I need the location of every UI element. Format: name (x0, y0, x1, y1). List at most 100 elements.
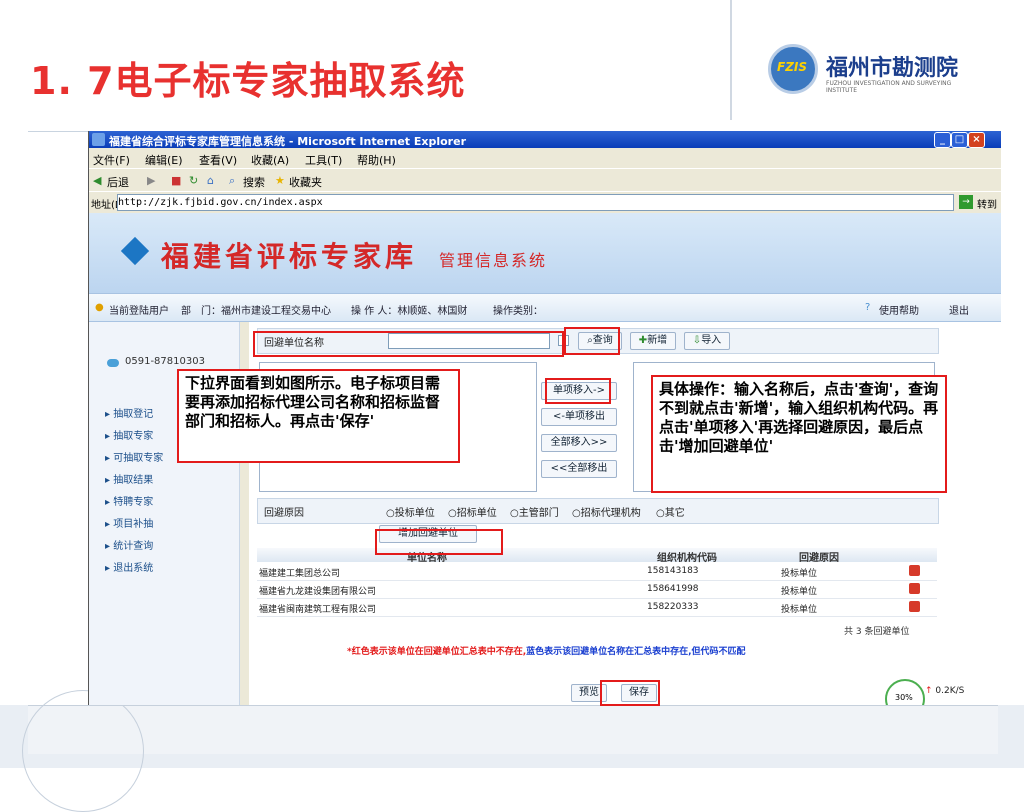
menu-view[interactable]: 查看(V) (199, 152, 237, 168)
sidebar-item-result[interactable]: ▸ 抽取结果 (105, 471, 153, 486)
sidebar-item-label: 抽取登记 (113, 409, 154, 420)
reason-radio-agency[interactable]: ○招标代理机构 (572, 504, 641, 519)
import-icon: ⇩ (692, 335, 702, 346)
record-count: 共 3 条回避单位 (844, 627, 910, 637)
banner-title: 福建省评标专家库 (161, 240, 418, 273)
radio-label: 主管部门 (518, 508, 559, 519)
sidebar-item-label: 可抽取专家 (113, 453, 164, 464)
slide-title: 1. 7电子标专家抽取系统 (30, 59, 466, 103)
bottom-band-inner (28, 705, 998, 754)
net-percent: 30% (895, 693, 913, 702)
delete-icon[interactable] (909, 565, 920, 576)
back-icon[interactable]: ◀ (93, 174, 101, 187)
cell-reason: 投标单位 (781, 587, 818, 597)
home-icon[interactable]: ⌂ (207, 174, 214, 187)
move-in-all-button[interactable]: 全部移入>> (541, 434, 617, 452)
delete-icon[interactable] (909, 601, 920, 612)
ie-icon (92, 133, 105, 146)
site-banner: 福建省评标专家库 管理信息系统 (89, 213, 1001, 293)
operator-label: 操 作 人：林顺姬、林国财 (351, 306, 468, 317)
highlight-save-button (600, 680, 660, 706)
reason-radio-tenderee[interactable]: ○招标单位 (448, 504, 497, 519)
logo-name: 福州市勘测院 (826, 56, 959, 81)
menu-bar: 文件(F) 编辑(E) 查看(V) 收藏(A) 工具(T) 帮助(H) (89, 149, 1001, 167)
logo-mark: FZIS (777, 60, 808, 74)
sidebar-item-label: 抽取结果 (113, 475, 154, 486)
cell-unit-name: 福建省九龙建设集团有限公司 (259, 587, 377, 597)
reason-radio-other[interactable]: ○其它 (656, 504, 685, 519)
go-button[interactable]: 转到 (977, 196, 997, 211)
search-icon[interactable]: ⌕ (229, 174, 235, 188)
banner-subtitle: 管理信息系统 (439, 251, 548, 270)
sidebar-item-label: 抽取专家 (113, 431, 154, 442)
logout-link[interactable]: 退出 (949, 302, 969, 317)
reason-label: 回避原因 (264, 508, 304, 519)
op-type-label: 操作类别： (493, 306, 543, 317)
dept-label: 部 门：福州市建设工程交易中心 (181, 306, 331, 317)
highlight-move-in-button (545, 378, 611, 404)
go-icon[interactable]: → (959, 195, 973, 209)
color-legend: *红色表示该单位在回避单位汇总表中不存在,蓝色表示该回避单位名称在汇总表中存在,… (347, 644, 746, 657)
cell-reason: 投标单位 (781, 605, 818, 615)
sidebar-item-draw-expert[interactable]: ▸ 抽取专家 (105, 427, 153, 442)
sidebar-item-statistics[interactable]: ▸ 统计查询 (105, 537, 153, 552)
cell-reason: 投标单位 (781, 569, 818, 579)
new-button[interactable]: ✚新增 (630, 332, 676, 350)
cell-org-code: 158143183 (647, 566, 699, 576)
legend-red: *红色表示该单位在回避单位汇总表中不存在, (347, 647, 527, 657)
address-input[interactable]: http://zjk.fjbid.gov.cn/index.aspx (117, 194, 954, 211)
search-button[interactable]: 搜索 (243, 174, 265, 190)
close-icon[interactable]: × (968, 132, 985, 148)
legend-blue: 蓝色表示该回避单位名称在汇总表中存在,但代码不匹配 (526, 647, 746, 657)
col-reason: 回避原因 (799, 553, 839, 564)
move-out-one-button[interactable]: <-单项移出 (541, 408, 617, 426)
menu-tools[interactable]: 工具(T) (305, 152, 342, 168)
note-right: 具体操作：输入名称后，点击'查询'，查询不到就点击'新增'，输入组织机构代码。再… (651, 375, 947, 493)
refresh-icon[interactable]: ↻ (189, 174, 198, 187)
highlight-unit-input (253, 331, 564, 357)
menu-file[interactable]: 文件(F) (93, 152, 130, 168)
back-button[interactable]: 后退 (107, 174, 129, 190)
menu-favorites[interactable]: 收藏(A) (251, 152, 289, 168)
table-header: 单位名称 组织机构代码 回避原因 (257, 548, 937, 564)
window-title: 福建省综合评标专家库管理信息系统 - Microsoft Internet Ex… (109, 135, 466, 148)
sidebar-item-available-expert[interactable]: ▸ 可抽取专家 (105, 449, 163, 464)
stop-icon[interactable]: ■ (171, 174, 181, 187)
sidebar-item-special-expert[interactable]: ▸ 特聘专家 (105, 493, 153, 508)
window-titlebar: 福建省综合评标专家库管理信息系统 - Microsoft Internet Ex… (89, 131, 1001, 148)
sidebar-item-label: 统计查询 (113, 541, 154, 552)
note-left: 下拉界面看到如图所示。电子标项目需要再添加招标代理公司名称和招标监督部门和招标人… (177, 369, 460, 463)
logo-icon: FZIS (768, 44, 818, 94)
menu-help[interactable]: 帮助(H) (357, 152, 396, 168)
cell-unit-name: 福建建工集团总公司 (259, 569, 341, 579)
col-org-code: 组织机构代码 (657, 553, 717, 564)
phone-icon (107, 359, 119, 367)
deco-circle (22, 690, 144, 812)
forward-icon[interactable]: ▶ (147, 174, 155, 187)
sidebar-item-exit[interactable]: ▸ 退出系统 (105, 559, 153, 574)
menu-edit[interactable]: 编辑(E) (145, 152, 183, 168)
reason-radio-bidder[interactable]: ○投标单位 (386, 504, 435, 519)
radio-label: 招标单位 (456, 508, 497, 519)
net-speed-value: 0.2K/S (935, 686, 965, 696)
table-row: 福建省闽南建筑工程有限公司 158220333 投标单位 (257, 599, 937, 617)
sidebar-item-label: 特聘专家 (113, 497, 154, 508)
reason-radio-authority[interactable]: ○主管部门 (510, 504, 559, 519)
import-button[interactable]: ⇩导入 (684, 332, 730, 350)
reason-row: 回避原因 ○投标单位 ○招标单位 ○主管部门 ○招标代理机构 ○其它 (257, 498, 939, 524)
radio-label: 招标代理机构 (580, 508, 641, 519)
favorites-icon[interactable]: ★ (275, 174, 285, 187)
minimize-icon[interactable]: _ (934, 132, 951, 148)
table-row: 福建建工集团总公司 158143183 投标单位 (257, 563, 937, 581)
help-icon[interactable]: ? (865, 302, 870, 313)
sidebar-item-supplement[interactable]: ▸ 项目补抽 (105, 515, 153, 530)
favorites-button[interactable]: 收藏夹 (289, 174, 322, 190)
delete-icon[interactable] (909, 583, 920, 594)
address-bar: 地址(D) http://zjk.fjbid.gov.cn/index.aspx… (89, 191, 1001, 213)
sidebar-item-register[interactable]: ▸ 抽取登记 (105, 405, 153, 420)
help-link[interactable]: 使用帮助 (879, 302, 919, 317)
move-out-all-button[interactable]: <<全部移出 (541, 460, 617, 478)
radio-label: 其它 (664, 508, 685, 519)
user-icon: ● (95, 302, 104, 313)
maximize-icon[interactable]: □ (951, 132, 968, 148)
